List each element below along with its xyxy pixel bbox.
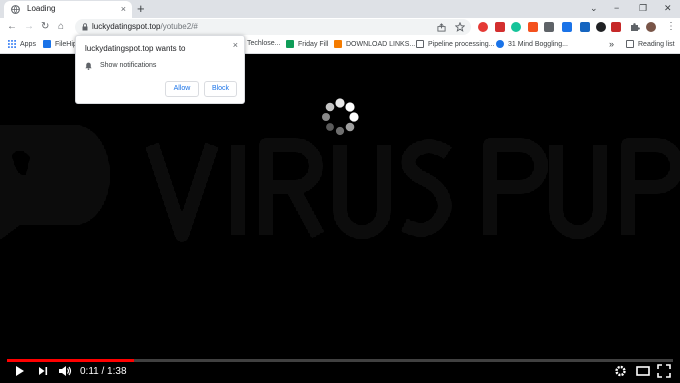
apps-grid-icon bbox=[8, 40, 16, 48]
extensions-puzzle-icon[interactable] bbox=[630, 22, 640, 32]
volume-icon[interactable] bbox=[58, 364, 72, 378]
video-player[interactable]: 0:11 / 1:38 bbox=[0, 55, 680, 383]
extension-grammarly-icon[interactable] bbox=[511, 22, 521, 32]
bookmark-download-links[interactable]: DOWNLOAD LINKS... bbox=[334, 40, 415, 48]
bookmark-mind-boggling[interactable]: 31 Mind Boggling... bbox=[496, 40, 568, 48]
bookmark-techlose[interactable]: Techlose... bbox=[247, 40, 280, 47]
url-text: luckydatingspot.top/yotube2/# bbox=[92, 22, 198, 31]
dialog-message: Show notifications bbox=[100, 62, 157, 69]
time-display: 0:11 / 1:38 bbox=[80, 366, 127, 377]
browser-toolbar: ← → ↻ ⌂ luckydatingspot.top/yotube2/# ⋮ bbox=[0, 18, 680, 36]
tab-active[interactable]: Loading × bbox=[4, 1, 132, 18]
bookmark-label: Friday Fill bbox=[298, 40, 329, 48]
maximize-button[interactable]: ❐ bbox=[639, 1, 647, 15]
home-button[interactable]: ⌂ bbox=[58, 20, 64, 34]
close-window-button[interactable]: ✕ bbox=[664, 1, 672, 15]
minimize-button[interactable]: − bbox=[614, 1, 619, 15]
tab-title: Loading bbox=[27, 4, 56, 13]
globe-icon bbox=[11, 5, 20, 14]
lock-icon[interactable] bbox=[82, 23, 88, 31]
theater-mode-icon[interactable] bbox=[636, 364, 650, 378]
address-bar[interactable]: luckydatingspot.top/yotube2/# bbox=[75, 19, 471, 35]
extension-red-icon[interactable] bbox=[495, 22, 505, 32]
tab-search-icon[interactable]: ⌄ bbox=[590, 1, 598, 15]
dialog-close-icon[interactable]: × bbox=[233, 39, 238, 51]
bookmark-label: 31 Mind Boggling... bbox=[508, 40, 568, 48]
progress-played bbox=[7, 359, 134, 362]
extension-orange-icon[interactable] bbox=[528, 22, 538, 32]
tab-strip: Loading × + ⌄ − ❐ ✕ bbox=[0, 0, 680, 18]
bookmark-filehip[interactable]: FileHip bbox=[43, 40, 77, 48]
tab-close-icon[interactable]: × bbox=[121, 3, 126, 15]
bookmark-pipeline[interactable]: Pipeline processing... bbox=[416, 40, 495, 48]
dialog-title: luckydatingspot.top wants to bbox=[85, 44, 186, 53]
page-icon bbox=[416, 40, 424, 48]
new-tab-button[interactable]: + bbox=[137, 1, 145, 16]
bookmark-apps[interactable]: Apps bbox=[8, 40, 36, 48]
bookmark-label: DOWNLOAD LINKS... bbox=[346, 40, 416, 48]
extension-s-icon[interactable] bbox=[544, 22, 554, 32]
extension-dark-icon[interactable] bbox=[596, 22, 606, 32]
allow-button[interactable]: Allow bbox=[165, 81, 199, 97]
filehip-icon bbox=[43, 40, 51, 48]
notification-permission-dialog: luckydatingspot.top wants to × Show noti… bbox=[75, 35, 245, 104]
extension-blue-icon[interactable] bbox=[580, 22, 590, 32]
menu-icon[interactable]: ⋮ bbox=[666, 20, 676, 34]
reading-list-icon bbox=[626, 40, 634, 48]
extension-eyedropper-icon[interactable] bbox=[562, 22, 572, 32]
fullscreen-icon[interactable] bbox=[657, 364, 671, 378]
settings-gear-icon[interactable] bbox=[614, 364, 627, 378]
url-host: luckydatingspot.top bbox=[92, 22, 161, 31]
progress-bar[interactable] bbox=[7, 359, 673, 362]
extension-abp-icon[interactable] bbox=[478, 22, 488, 32]
bookmark-label: Techlose... bbox=[247, 40, 281, 47]
sheets-icon bbox=[286, 40, 294, 48]
back-button[interactable]: ← bbox=[7, 20, 17, 34]
reload-button[interactable]: ↻ bbox=[41, 20, 49, 34]
bookmark-label: Pipeline processing... bbox=[428, 40, 495, 48]
reading-list[interactable]: Reading list bbox=[626, 40, 675, 48]
forward-button[interactable]: → bbox=[24, 20, 34, 34]
extension-calendar-icon[interactable] bbox=[611, 22, 621, 32]
bookmark-label: FileHip bbox=[55, 40, 77, 48]
url-path: /yotube2/# bbox=[160, 22, 198, 31]
bookmark-friday-fill[interactable]: Friday Fill bbox=[286, 40, 328, 48]
more-bookmarks-icon[interactable]: » bbox=[609, 39, 614, 49]
blogger-icon bbox=[334, 40, 342, 48]
play-icon[interactable] bbox=[14, 364, 26, 378]
loading-spinner-icon bbox=[322, 98, 359, 136]
bell-icon bbox=[85, 62, 92, 70]
bookmark-label: Apps bbox=[20, 40, 36, 48]
star-icon[interactable] bbox=[455, 22, 465, 32]
site-icon bbox=[496, 40, 504, 48]
next-icon[interactable] bbox=[37, 364, 49, 378]
share-icon[interactable] bbox=[437, 23, 446, 32]
reading-list-label: Reading list bbox=[638, 40, 675, 48]
block-button[interactable]: Block bbox=[204, 81, 237, 97]
profile-avatar[interactable] bbox=[646, 22, 656, 32]
